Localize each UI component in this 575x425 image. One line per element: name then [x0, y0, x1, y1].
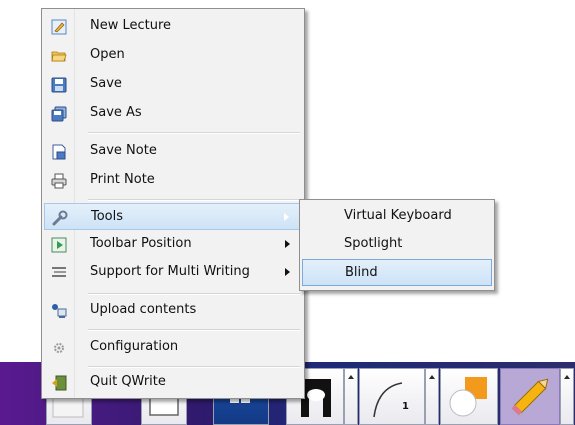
menu-item-save-as[interactable]: Save As — [44, 100, 302, 127]
main-menu: New Lecture Open Save Save As Save Note … — [41, 8, 305, 399]
open-folder-icon — [51, 51, 67, 62]
menu-item-print-note[interactable]: Print Note — [44, 167, 302, 194]
toolbar-position-icon — [51, 237, 67, 253]
pen-tip-expand-arrow[interactable] — [344, 368, 358, 425]
submenu-item-virtual-keyboard[interactable]: Virtual Keyboard — [302, 203, 492, 230]
menu-item-multi-writing[interactable]: Support for Multi Writing — [44, 259, 302, 286]
submenu-item-label: Blind — [345, 265, 378, 280]
menu-item-label: Save As — [90, 105, 142, 120]
menu-item-label: Upload contents — [90, 302, 197, 317]
new-lecture-icon — [51, 19, 67, 35]
menu-item-label: New Lecture — [90, 18, 172, 33]
pencil-icon — [511, 378, 549, 416]
shape-icon — [449, 377, 487, 417]
menu-item-label: Support for Multi Writing — [90, 264, 250, 279]
save-note-icon — [52, 144, 66, 160]
menu-item-upload-contents[interactable]: Upload contents — [44, 297, 302, 324]
toolbar-shape-button[interactable] — [440, 368, 498, 425]
menu-item-toolbar-position[interactable]: Toolbar Position — [44, 231, 302, 258]
menu-item-label: Save — [90, 76, 122, 91]
menu-item-label: Tools — [91, 209, 124, 224]
submenu-item-label: Spotlight — [344, 236, 403, 251]
multi-writing-icon — [52, 267, 66, 277]
submenu-arrow-icon — [285, 268, 290, 276]
menu-separator — [88, 199, 300, 201]
menu-item-open[interactable]: Open — [44, 42, 302, 69]
menu-item-label: Save Note — [90, 143, 157, 158]
toolbar-stroke-width-button[interactable]: 1 — [359, 368, 425, 425]
submenu-item-spotlight[interactable]: Spotlight — [302, 231, 492, 258]
menu-item-label: Quit QWrite — [90, 374, 166, 389]
save-icon — [51, 77, 67, 93]
screen: 1 New Lecture Open Save Save As Save Not… — [0, 0, 575, 425]
stroke-width-expand-arrow[interactable] — [425, 368, 439, 425]
print-icon — [51, 173, 67, 189]
menu-item-label: Open — [90, 47, 125, 62]
submenu-item-blind[interactable]: Blind — [302, 259, 492, 286]
menu-item-quit[interactable]: Quit QWrite — [44, 369, 302, 396]
gear-icon — [54, 343, 64, 353]
submenu-arrow-icon — [285, 240, 290, 248]
menu-item-new-lecture[interactable]: New Lecture — [44, 13, 302, 40]
submenu-item-label: Virtual Keyboard — [344, 208, 452, 223]
tools-submenu: Virtual Keyboard Spotlight Blind — [299, 199, 495, 291]
menu-item-tools[interactable]: Tools — [44, 203, 302, 230]
menu-item-label: Toolbar Position — [90, 236, 192, 251]
menu-item-label: Print Note — [90, 172, 155, 187]
menu-separator — [88, 132, 300, 134]
menu-separator — [88, 366, 300, 368]
submenu-arrow-icon — [284, 213, 289, 221]
upload-icon — [52, 304, 67, 318]
menu-item-configuration[interactable]: Configuration — [44, 334, 302, 361]
wrench-icon — [52, 210, 68, 226]
pencil-expand-arrow[interactable] — [560, 368, 574, 425]
exit-icon — [52, 375, 67, 391]
stroke-width-value: 1 — [402, 401, 409, 412]
menu-item-label: Configuration — [90, 339, 179, 354]
menu-item-save[interactable]: Save — [44, 71, 302, 98]
menu-separator — [88, 329, 300, 331]
save-as-icon — [51, 106, 67, 122]
menu-separator — [88, 293, 300, 295]
toolbar-pencil-button[interactable] — [500, 368, 560, 425]
stroke-width-icon — [373, 382, 403, 418]
menu-item-save-note[interactable]: Save Note — [44, 138, 302, 165]
